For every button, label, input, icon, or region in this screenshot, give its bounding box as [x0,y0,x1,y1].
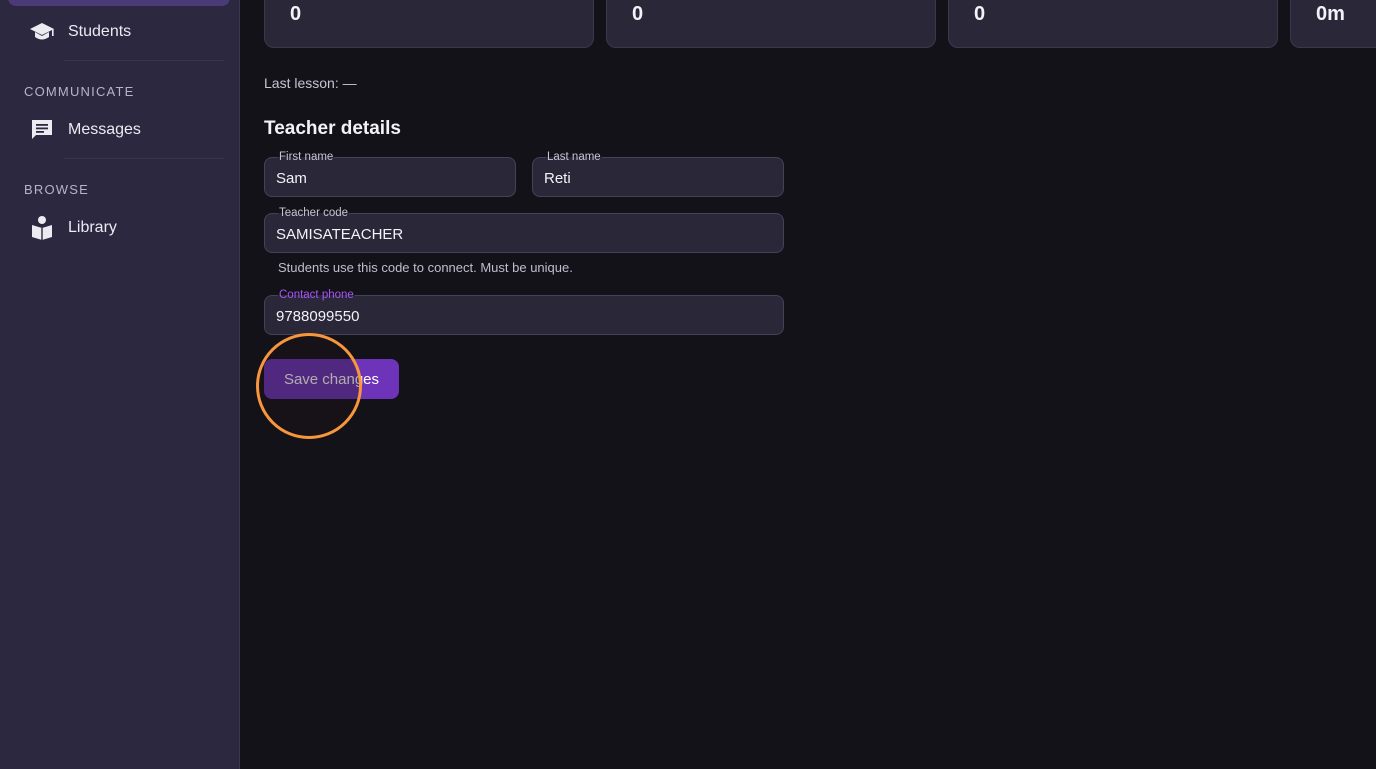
teacher-code-helper-text: Students use this code to connect. Must … [278,260,573,275]
stat-value: 0 [632,3,644,25]
teacher-code-field: Teacher code [264,206,784,253]
sidebar-item-library[interactable]: Library [24,208,224,248]
field-label: First name [278,150,335,164]
stat-value: 0 [290,3,302,25]
section-title-communicate: COMMUNICATE [24,84,135,99]
first-name-field: First name [264,150,516,197]
contact-phone-field: Contact phone [264,288,784,335]
sidebar: Students COMMUNICATE Messages BROWSE Lib… [0,0,240,769]
divider [64,158,224,159]
active-nav-highlight [8,0,230,6]
sidebar-item-label: Students [68,23,132,40]
stat-value: 0m [1316,3,1345,25]
graduation-cap-icon [28,18,56,46]
main-content: 0 0 0 0m Last lesson: — Teacher details … [240,0,1376,769]
sidebar-item-messages[interactable]: Messages [24,110,224,150]
stat-card: 0 [264,0,594,48]
section-title-browse: BROWSE [24,182,89,197]
sidebar-item-label: Messages [68,121,141,138]
chat-icon [28,116,56,144]
stat-value: 0 [974,3,986,25]
contact-phone-input[interactable] [276,306,772,326]
field-label: Last name [546,150,602,164]
last-name-field: Last name [532,150,784,197]
stat-card: 0 [948,0,1278,48]
last-name-input[interactable] [544,168,772,188]
last-lesson-text: Last lesson: — [264,75,357,91]
field-label: Teacher code [278,206,350,220]
field-label: Contact phone [278,288,355,302]
first-name-input[interactable] [276,168,504,188]
stat-card: 0m [1290,0,1376,48]
divider [64,60,224,61]
teacher-code-input[interactable] [276,224,772,244]
app-root: Students COMMUNICATE Messages BROWSE Lib… [0,0,1376,769]
sidebar-item-students[interactable]: Students [24,12,224,52]
save-changes-button[interactable]: Save changes [264,359,399,399]
stat-card: 0 [606,0,936,48]
reader-icon [28,214,56,242]
teacher-details-heading: Teacher details [264,118,401,139]
sidebar-item-label: Library [68,219,117,236]
